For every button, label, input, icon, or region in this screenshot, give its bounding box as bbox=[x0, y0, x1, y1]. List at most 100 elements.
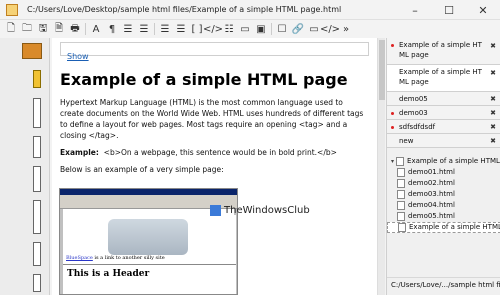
watermark-logo-icon bbox=[210, 205, 221, 216]
toolbar-button[interactable]: </> bbox=[320, 21, 340, 37]
tab-label: demo03 bbox=[399, 109, 428, 117]
tree-item[interactable]: demo01.html bbox=[387, 167, 500, 178]
tree-item[interactable]: demo05.html bbox=[387, 211, 500, 222]
tab-item[interactable]: Example of a simple HT ML page ✖ bbox=[387, 38, 500, 65]
preview-thumb[interactable] bbox=[33, 98, 41, 128]
tab-label: new bbox=[399, 137, 414, 145]
close-tab-icon[interactable]: ✖ bbox=[490, 137, 496, 145]
tab-item[interactable]: sdfsdfdsdf ✖ bbox=[387, 120, 500, 134]
tab-item[interactable]: demo03 ✖ bbox=[387, 106, 500, 120]
shot-link: BlueSpace bbox=[66, 255, 93, 261]
toolbar-button[interactable]: A bbox=[88, 21, 104, 37]
example-label: Example: bbox=[60, 148, 99, 157]
open-tabs-list: Example of a simple HT ML page ✖ Example o… bbox=[387, 38, 500, 148]
toolbar-button[interactable]: ☰ bbox=[120, 21, 136, 37]
tree-item-label: demo04.html bbox=[408, 201, 455, 209]
toolbar-button[interactable]: ☷ bbox=[221, 21, 237, 37]
preview-thumb[interactable] bbox=[33, 274, 41, 292]
tab-item[interactable]: Example of a simple HT ML page ✖ bbox=[387, 65, 500, 92]
tab-item[interactable]: demo05 ✖ bbox=[387, 92, 500, 106]
app-icon bbox=[6, 3, 18, 16]
file-icon bbox=[397, 212, 405, 221]
tab-label: Example of a simple HT ML page bbox=[399, 68, 482, 86]
show-bar: Show bbox=[60, 42, 369, 61]
modified-indicator-icon bbox=[391, 112, 394, 115]
example-text: <b>On a webpage, this sentence would be … bbox=[103, 148, 337, 157]
window-title: C:/Users/Love/Desktop/sample html files/… bbox=[27, 5, 342, 14]
close-tab-icon[interactable]: ✖ bbox=[490, 109, 496, 117]
toolbar-button[interactable]: » bbox=[338, 21, 354, 37]
layout-icon[interactable] bbox=[22, 43, 42, 59]
toolbar: 🗋 🗀 🖫 🗎 🖶 A ¶ ☰ ☰ ☰ ☰[ ] </> ☷ ▭ ▣ ☐ 🔗 ▭ </>» bbox=[0, 20, 500, 38]
tree-item[interactable]: Example of a simple HTML page bbox=[387, 222, 500, 233]
editor-scrollbar[interactable] bbox=[377, 38, 385, 295]
page-heading: Example of a simple HTML page bbox=[60, 70, 348, 89]
close-tab-icon[interactable]: ✖ bbox=[490, 123, 496, 131]
preview-thumb[interactable] bbox=[33, 166, 41, 192]
right-panel: Example of a simple HT ML page ✖ Example o… bbox=[386, 38, 500, 295]
tab-label: demo05 bbox=[399, 95, 428, 103]
toolbar-button[interactable]: ¶ bbox=[104, 21, 120, 37]
tree-item-label: demo03.html bbox=[408, 190, 455, 198]
toolbar-button[interactable]: 🗎 bbox=[51, 21, 67, 37]
collapse-icon[interactable]: ▾ bbox=[391, 156, 394, 167]
preview-strip bbox=[0, 38, 50, 295]
tree-root[interactable]: ▾ Example of a simple HTML page bbox=[387, 156, 500, 167]
preview-thumb[interactable] bbox=[33, 136, 41, 158]
close-tab-icon[interactable]: ✖ bbox=[490, 41, 496, 51]
tree-item[interactable]: demo04.html bbox=[387, 200, 500, 211]
toolbar-button[interactable]: ▣ bbox=[253, 21, 269, 37]
toolbar-button[interactable]: </> bbox=[203, 21, 223, 37]
tab-label: sdfsdfdsdf bbox=[399, 123, 436, 131]
scrollbar-thumb[interactable] bbox=[379, 40, 385, 100]
below-text: Below is an example of a very simple pag… bbox=[60, 165, 224, 174]
shot-header: This is a Header bbox=[67, 269, 150, 279]
minimize-button[interactable]: – bbox=[398, 0, 432, 20]
toolbar-button[interactable]: ☐ bbox=[274, 21, 290, 37]
tree-item-label: demo01.html bbox=[408, 168, 455, 176]
file-icon bbox=[397, 168, 405, 177]
close-tab-icon[interactable]: ✖ bbox=[490, 95, 496, 103]
preview-thumb[interactable] bbox=[33, 200, 41, 234]
toolbar-button[interactable]: 🖫 bbox=[35, 21, 51, 37]
cloud-image bbox=[108, 219, 188, 255]
watermark: TheWindowsClub bbox=[210, 205, 310, 216]
toolbar-button[interactable]: ☰ bbox=[136, 21, 152, 37]
toolbar-button[interactable]: 🗋 bbox=[3, 21, 19, 37]
preview-thumb[interactable] bbox=[33, 242, 41, 266]
toolbar-button[interactable]: ☰ bbox=[157, 21, 173, 37]
shot-link-text: is a link to another silly site bbox=[92, 255, 165, 261]
tab-item[interactable]: new ✖ bbox=[387, 134, 500, 148]
tree-item[interactable]: demo02.html bbox=[387, 178, 500, 189]
toolbar-button[interactable]: ▭ bbox=[237, 21, 253, 37]
tree-item[interactable]: demo03.html bbox=[387, 189, 500, 200]
maximize-button[interactable]: ☐ bbox=[432, 0, 466, 20]
toolbar-button[interactable]: ☰ bbox=[173, 21, 189, 37]
watermark-text: TheWindowsClub bbox=[224, 205, 310, 216]
file-icon bbox=[397, 201, 405, 210]
close-tab-icon[interactable]: ✖ bbox=[490, 68, 496, 78]
divider bbox=[63, 264, 236, 265]
tree-item-label: demo05.html bbox=[408, 212, 455, 220]
preview-thumb-active[interactable] bbox=[33, 70, 41, 88]
toolbar-button[interactable]: 🖶 bbox=[67, 21, 83, 37]
toolbar-separator bbox=[271, 23, 272, 35]
folder-icon bbox=[396, 157, 405, 166]
modified-indicator-icon bbox=[391, 126, 394, 129]
toolbar-button[interactable]: 🔗 bbox=[290, 21, 306, 37]
close-button[interactable]: ✕ bbox=[466, 0, 500, 20]
file-icon bbox=[397, 190, 405, 199]
file-tree: ▾ Example of a simple HTML page demo01.h… bbox=[387, 156, 500, 233]
intro-paragraph: Hypertext Markup Language (HTML) is the … bbox=[60, 98, 364, 140]
toolbar-button[interactable]: 🗀 bbox=[19, 21, 35, 37]
file-icon bbox=[398, 223, 406, 232]
file-icon bbox=[397, 179, 405, 188]
title-bar: C:/Users/Love/Desktop/sample html files/… bbox=[0, 0, 500, 20]
modified-indicator-icon bbox=[391, 44, 394, 47]
tree-item-label: Example of a simple HTML page bbox=[409, 223, 500, 231]
show-link[interactable]: Show bbox=[67, 52, 89, 61]
tree-root-label: Example of a simple HTML page bbox=[407, 157, 500, 165]
shot-link-line: BlueSpace is a link to another silly sit… bbox=[66, 255, 165, 261]
toolbar-separator bbox=[154, 23, 155, 35]
example-line: Example: <b>On a webpage, this sentence … bbox=[60, 148, 369, 157]
